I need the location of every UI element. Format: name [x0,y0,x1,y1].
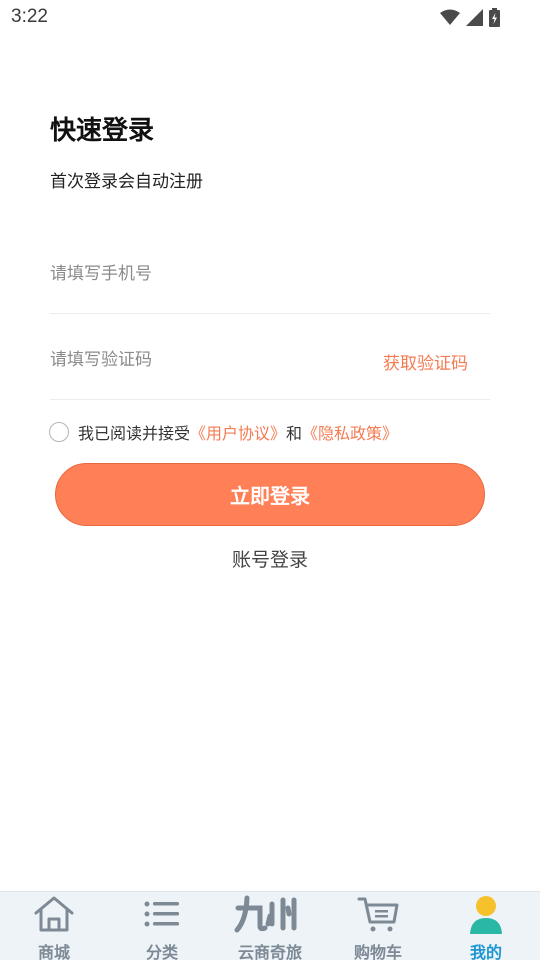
tab-cart[interactable]: 购物车 [324,892,432,960]
login-button[interactable]: 立即登录 [55,463,485,526]
tab-travel[interactable]: 云商奇旅 [216,892,324,960]
code-field-row: 获取验证码 [50,336,490,400]
phone-field-row [50,250,490,314]
tab-category[interactable]: 分类 [108,892,216,960]
battery-icon [489,8,500,27]
page-subtitle: 首次登录会自动注册 [50,172,203,192]
home-icon [34,896,74,932]
cart-icon [357,897,399,932]
page-title: 快速登录 [50,116,155,146]
wifi-icon [440,9,460,25]
jiuzhou-logo-icon [234,895,297,933]
status-time: 3:22 [11,6,48,27]
account-login-link[interactable]: 账号登录 [0,545,540,572]
bottom-tab-bar: 商城 分类 云商奇旅 购物车 我的 [0,891,540,960]
tab-travel-label: 云商奇旅 [237,943,302,960]
get-code-button[interactable]: 获取验证码 [383,349,468,374]
list-icon [144,901,179,927]
tab-mall[interactable]: 商城 [0,892,108,960]
status-icons [440,8,500,27]
agreement-checkbox[interactable] [49,422,69,442]
agreement-prefix: 我已阅读并接受 [78,424,191,443]
user-agreement-link[interactable]: 《用户协议》 [190,420,286,444]
verification-code-input[interactable] [50,336,350,384]
tab-profile[interactable]: 我的 [432,892,540,960]
phone-input[interactable] [50,250,350,298]
person-icon [470,896,502,934]
tab-cart-label: 购物车 [353,943,402,960]
tab-mall-label: 商城 [37,943,70,960]
signal-icon [466,9,483,26]
tab-category-label: 分类 [145,943,178,960]
agreement-and: 和 [286,424,303,443]
tab-profile-label: 我的 [469,943,502,960]
privacy-policy-link[interactable]: 《隐私政策》 [302,420,398,444]
status-bar: 3:22 [0,0,540,36]
agreement-row: 我已阅读并接受 《用户协议》 和 《隐私政策》 [49,420,398,444]
